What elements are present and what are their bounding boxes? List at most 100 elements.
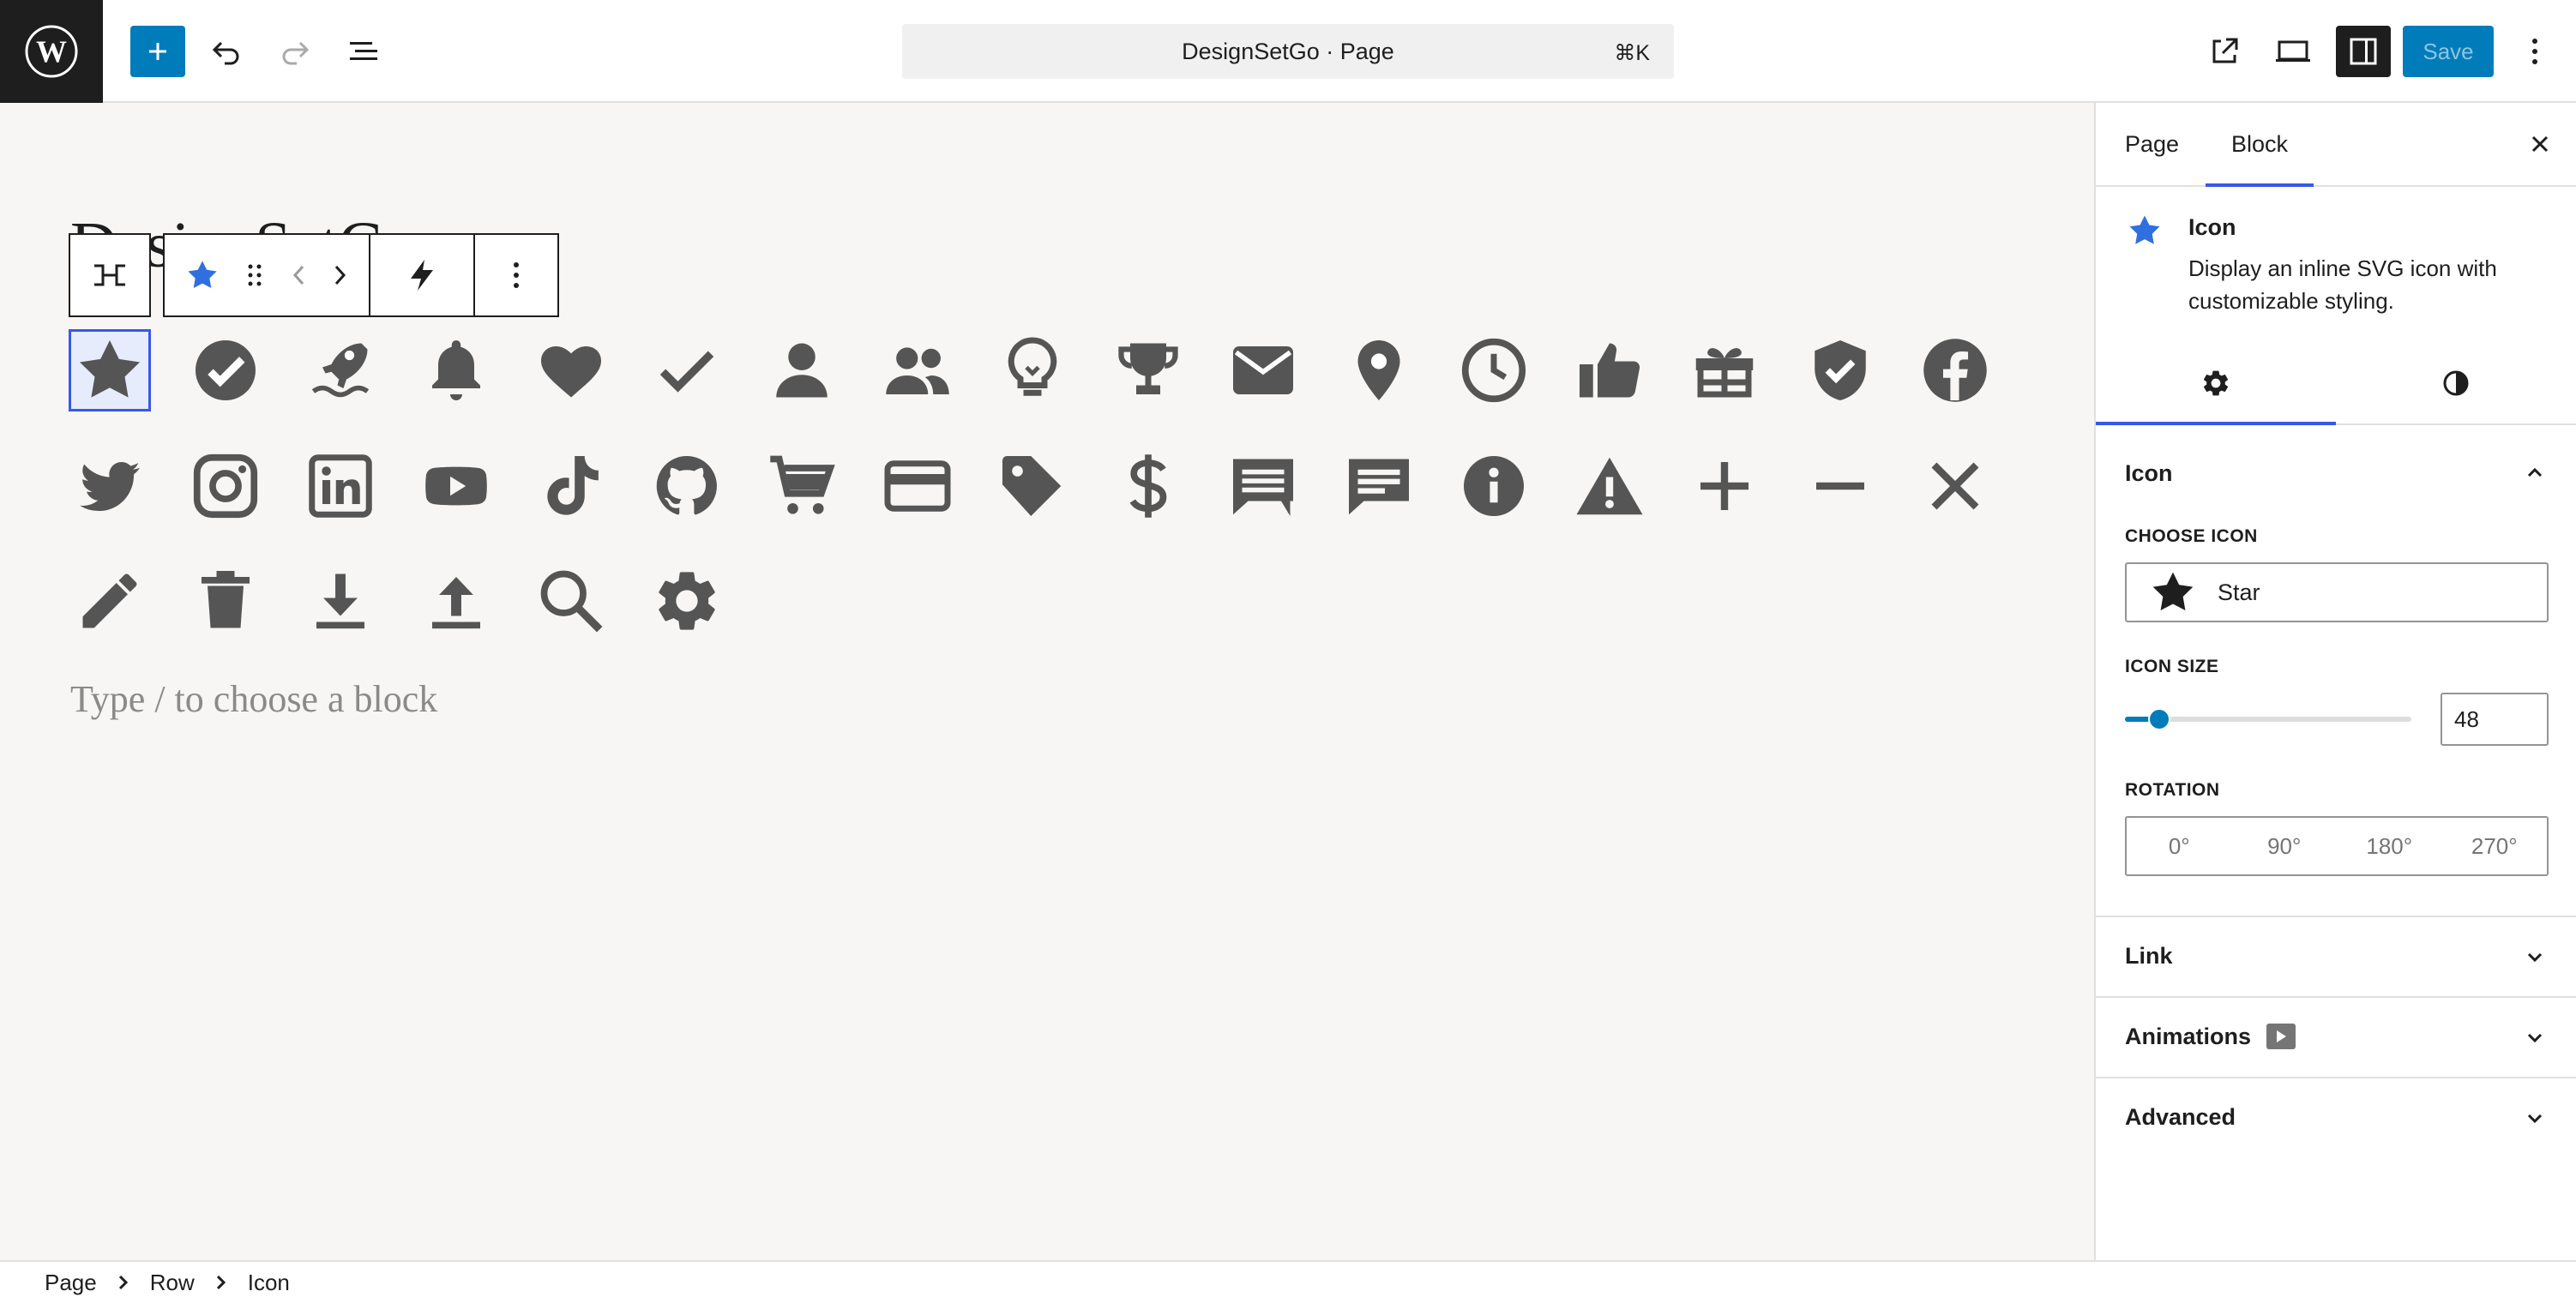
upload-icon[interactable] [415, 560, 497, 642]
block-toolbar [69, 233, 559, 317]
tab-page[interactable]: Page [2125, 103, 2179, 185]
tab-styles[interactable] [2336, 343, 2576, 423]
comment-icon[interactable] [1222, 445, 1304, 527]
document-title: DesignSetGo · Page [1182, 38, 1394, 64]
clock-icon[interactable] [1453, 329, 1535, 411]
instagram-icon[interactable] [184, 445, 267, 527]
select-parent-button[interactable] [69, 233, 151, 317]
wordpress-logo-button[interactable]: W [0, 0, 103, 103]
advanced-panel-toggle[interactable]: Advanced [2096, 1077, 2576, 1156]
linkedin-icon[interactable] [299, 445, 382, 527]
minus-icon[interactable] [1799, 445, 1881, 527]
animations-panel-toggle[interactable]: Animations [2096, 996, 2576, 1075]
tag-icon[interactable] [991, 445, 1074, 527]
pencil-icon[interactable] [69, 560, 151, 642]
move-right-icon[interactable] [333, 261, 348, 289]
breadcrumb-page[interactable]: Page [45, 1270, 97, 1296]
rocket-icon[interactable] [299, 329, 382, 411]
shield-check-icon[interactable] [1799, 329, 1881, 411]
block-description: Display an inline SVG icon with customiz… [2188, 255, 2497, 314]
breadcrumb-icon[interactable]: Icon [248, 1270, 290, 1296]
map-pin-icon[interactable] [1338, 329, 1420, 411]
trash-icon[interactable] [184, 560, 267, 642]
facebook-icon[interactable] [1914, 329, 1996, 411]
tab-settings[interactable] [2096, 343, 2336, 425]
download-icon[interactable] [299, 560, 382, 642]
rotation-label: ROTATION [2125, 780, 2220, 800]
heart-icon[interactable] [530, 329, 612, 411]
editor-header: W DesignSetGo · Page ⌘K Save [0, 0, 2576, 103]
editor-canvas[interactable]: DesignSetGo [0, 103, 2094, 1260]
block-options-button[interactable] [475, 233, 559, 317]
slider-thumb[interactable] [2148, 708, 2171, 730]
rotation-270-option[interactable]: 270° [2442, 818, 2548, 874]
users-icon[interactable] [876, 329, 959, 411]
redo-button[interactable] [269, 26, 321, 77]
gear-icon [2200, 368, 2231, 399]
twitter-icon[interactable] [69, 445, 151, 527]
star-icon [2149, 568, 2197, 616]
cog-icon[interactable] [646, 560, 728, 642]
preview-button[interactable] [2267, 26, 2319, 77]
close-icon[interactable] [1914, 445, 1996, 527]
dollar-icon[interactable] [1107, 445, 1189, 527]
icon-size-input[interactable] [2441, 693, 2549, 746]
check-circle-icon[interactable] [184, 329, 267, 411]
icon-panel-title: Icon [2125, 459, 2173, 486]
contrast-icon [2441, 368, 2471, 399]
choose-icon-button[interactable]: Star [2125, 562, 2549, 622]
add-block-button[interactable] [130, 26, 185, 77]
undo-button[interactable] [201, 26, 252, 77]
block-appender-placeholder[interactable]: Type / to choose a block [70, 677, 437, 721]
credit-card-icon[interactable] [876, 445, 959, 527]
animations-panel-title: Animations [2125, 1023, 2252, 1049]
document-overview-button[interactable] [338, 26, 389, 77]
icon-size-slider[interactable] [2125, 708, 2411, 730]
save-label: Save [2423, 38, 2474, 64]
bell-icon[interactable] [415, 329, 497, 411]
envelope-icon[interactable] [1222, 329, 1304, 411]
link-panel-toggle[interactable]: Link [2096, 916, 2576, 994]
animation-button[interactable] [370, 233, 475, 317]
check-icon[interactable] [646, 329, 728, 411]
rotation-toggle-group: 0° 90° 180° 270° [2125, 816, 2549, 876]
settings-sidebar-toggle[interactable] [2336, 26, 2391, 77]
shopping-cart-icon[interactable] [761, 445, 843, 527]
warning-icon[interactable] [1568, 445, 1651, 527]
view-page-button[interactable] [2199, 26, 2250, 77]
thumbs-up-icon[interactable] [1568, 329, 1651, 411]
star-icon[interactable] [69, 329, 151, 411]
desktop-icon [2274, 34, 2312, 69]
lightbulb-icon[interactable] [991, 329, 1074, 411]
chevron-down-icon [2525, 946, 2545, 967]
save-button[interactable]: Save [2403, 26, 2494, 77]
star-block-icon[interactable] [185, 258, 220, 292]
star-icon [2127, 213, 2163, 249]
search-icon[interactable] [530, 560, 612, 642]
comment-alt-icon[interactable] [1338, 445, 1420, 527]
rotation-90-option[interactable]: 90° [2232, 818, 2338, 874]
chevron-down-icon [2525, 1108, 2545, 1128]
tab-block[interactable]: Block [2205, 103, 2314, 187]
rotation-180-option[interactable]: 180° [2337, 818, 2442, 874]
move-left-icon[interactable] [291, 261, 306, 289]
icon-panel-toggle[interactable]: Icon [2096, 434, 2576, 513]
youtube-icon[interactable] [415, 445, 497, 527]
gift-icon[interactable] [1683, 329, 1766, 411]
chevron-up-icon [2525, 463, 2545, 483]
sidebar-icon [2348, 36, 2379, 67]
plus-icon[interactable] [1683, 445, 1766, 527]
chevron-down-icon [2525, 1027, 2545, 1048]
tiktok-icon[interactable] [530, 445, 612, 527]
trophy-icon[interactable] [1107, 329, 1189, 411]
breadcrumb-row[interactable]: Row [150, 1270, 195, 1296]
drag-handle-icon[interactable] [246, 261, 263, 289]
options-menu-button[interactable] [2511, 26, 2559, 77]
plus-icon [146, 39, 170, 63]
command-palette-bar[interactable]: DesignSetGo · Page ⌘K [902, 24, 1674, 79]
close-sidebar-button[interactable] [2521, 125, 2559, 163]
info-icon[interactable] [1453, 445, 1535, 527]
rotation-0-option[interactable]: 0° [2127, 818, 2232, 874]
user-icon[interactable] [761, 329, 843, 411]
github-icon[interactable] [646, 445, 728, 527]
